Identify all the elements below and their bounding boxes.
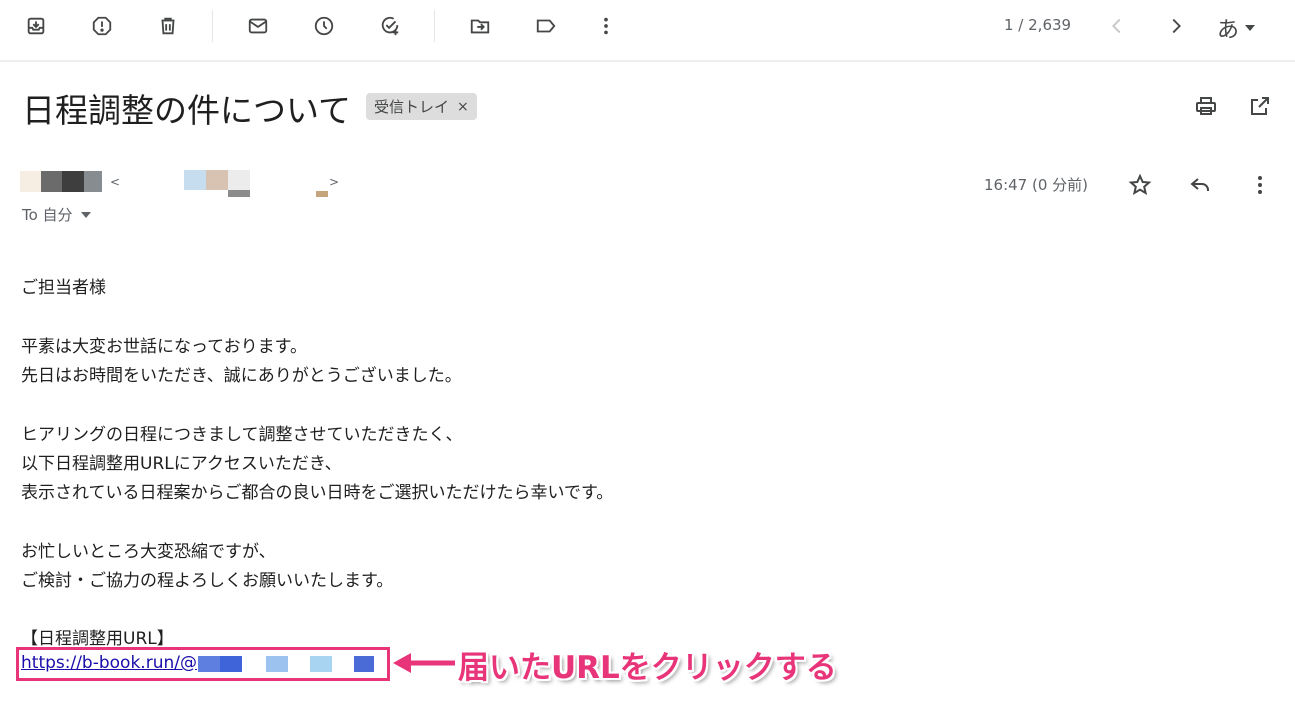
toolbar-divider [212, 10, 213, 42]
body-line: ヒアリングの日程につきまして調整させていただきたく、 [21, 425, 463, 445]
redacted-block [220, 656, 242, 672]
open-in-new-window-icon[interactable] [1242, 88, 1278, 124]
redacted-block [354, 656, 374, 672]
inbox-label-chip[interactable]: 受信トレイ × [366, 93, 477, 120]
input-tool-button[interactable]: あ [1217, 12, 1256, 44]
body-line: ご検討・ご協力の程よろしくお願いいたします。 [21, 571, 394, 591]
body-line: 表示されている日程案からご都合の良い日時をご選択いただけたら幸いです。 [21, 483, 614, 503]
redacted-block [41, 171, 62, 192]
redacted-block [316, 191, 328, 197]
recipient-text: To 自分 [22, 206, 73, 224]
redacted-block [206, 170, 228, 190]
body-line: 先日はお時間をいただき、誠にありがとうございました。 [21, 366, 462, 386]
redacted-block [228, 170, 250, 190]
more-vert-icon[interactable] [1242, 167, 1278, 203]
body-line: 平素は大変お世話になっております。 [21, 337, 307, 357]
star-icon[interactable] [1122, 167, 1158, 203]
chevron-right-icon[interactable] [1156, 6, 1196, 46]
snooze-icon[interactable] [304, 6, 344, 46]
chevron-left-icon[interactable] [1097, 6, 1137, 46]
delete-icon[interactable] [148, 6, 188, 46]
email-subject: 日程調整の件について [22, 91, 352, 130]
chevron-down-icon [1245, 25, 1256, 31]
arrow-left-icon [393, 653, 455, 673]
remove-label-button[interactable]: × [457, 99, 469, 115]
input-tool-label: あ [1217, 18, 1240, 43]
redacted-block [20, 171, 41, 192]
mark-unread-icon[interactable] [238, 6, 278, 46]
sender-email-open: < [110, 175, 121, 189]
email-toolbar: 1 / 2,639 あ [0, 0, 1295, 56]
redacted-block [198, 656, 220, 672]
redacted-block [310, 656, 332, 672]
label-chip-text: 受信トレイ [374, 98, 450, 116]
redacted-block [62, 171, 84, 192]
print-icon[interactable] [1188, 88, 1224, 124]
archive-icon[interactable] [16, 6, 56, 46]
report-spam-icon[interactable] [82, 6, 122, 46]
label-icon[interactable] [526, 6, 566, 46]
recipient-details-toggle[interactable]: To 自分 [22, 204, 91, 225]
sender-email-close: > [329, 175, 340, 189]
body-line: 【日程調整用URL】 [21, 629, 174, 649]
redacted-block [84, 171, 102, 192]
add-to-tasks-icon[interactable] [370, 6, 410, 46]
annotation-text: 届いたURLをクリックする [458, 650, 837, 686]
toolbar-divider-line [0, 60, 1295, 62]
body-line: ご担当者様 [21, 278, 106, 298]
schedule-url-link[interactable]: https://b-book.run/@ [21, 653, 197, 673]
pager-count: 1 / 2,639 [1004, 16, 1072, 34]
body-line: お忙しいところ大変恐縮ですが、 [21, 542, 276, 562]
reply-icon[interactable] [1182, 167, 1218, 203]
redacted-block [184, 170, 206, 190]
redacted-block [266, 656, 288, 672]
toolbar-divider [434, 10, 435, 42]
move-to-icon[interactable] [460, 6, 500, 46]
chevron-down-icon [80, 211, 91, 218]
more-vert-icon[interactable] [586, 6, 626, 46]
email-timestamp: 16:47 (0 分前) [984, 176, 1089, 194]
redacted-block [228, 190, 250, 197]
body-line: 以下日程調整用URLにアクセスいただき、 [21, 454, 342, 474]
